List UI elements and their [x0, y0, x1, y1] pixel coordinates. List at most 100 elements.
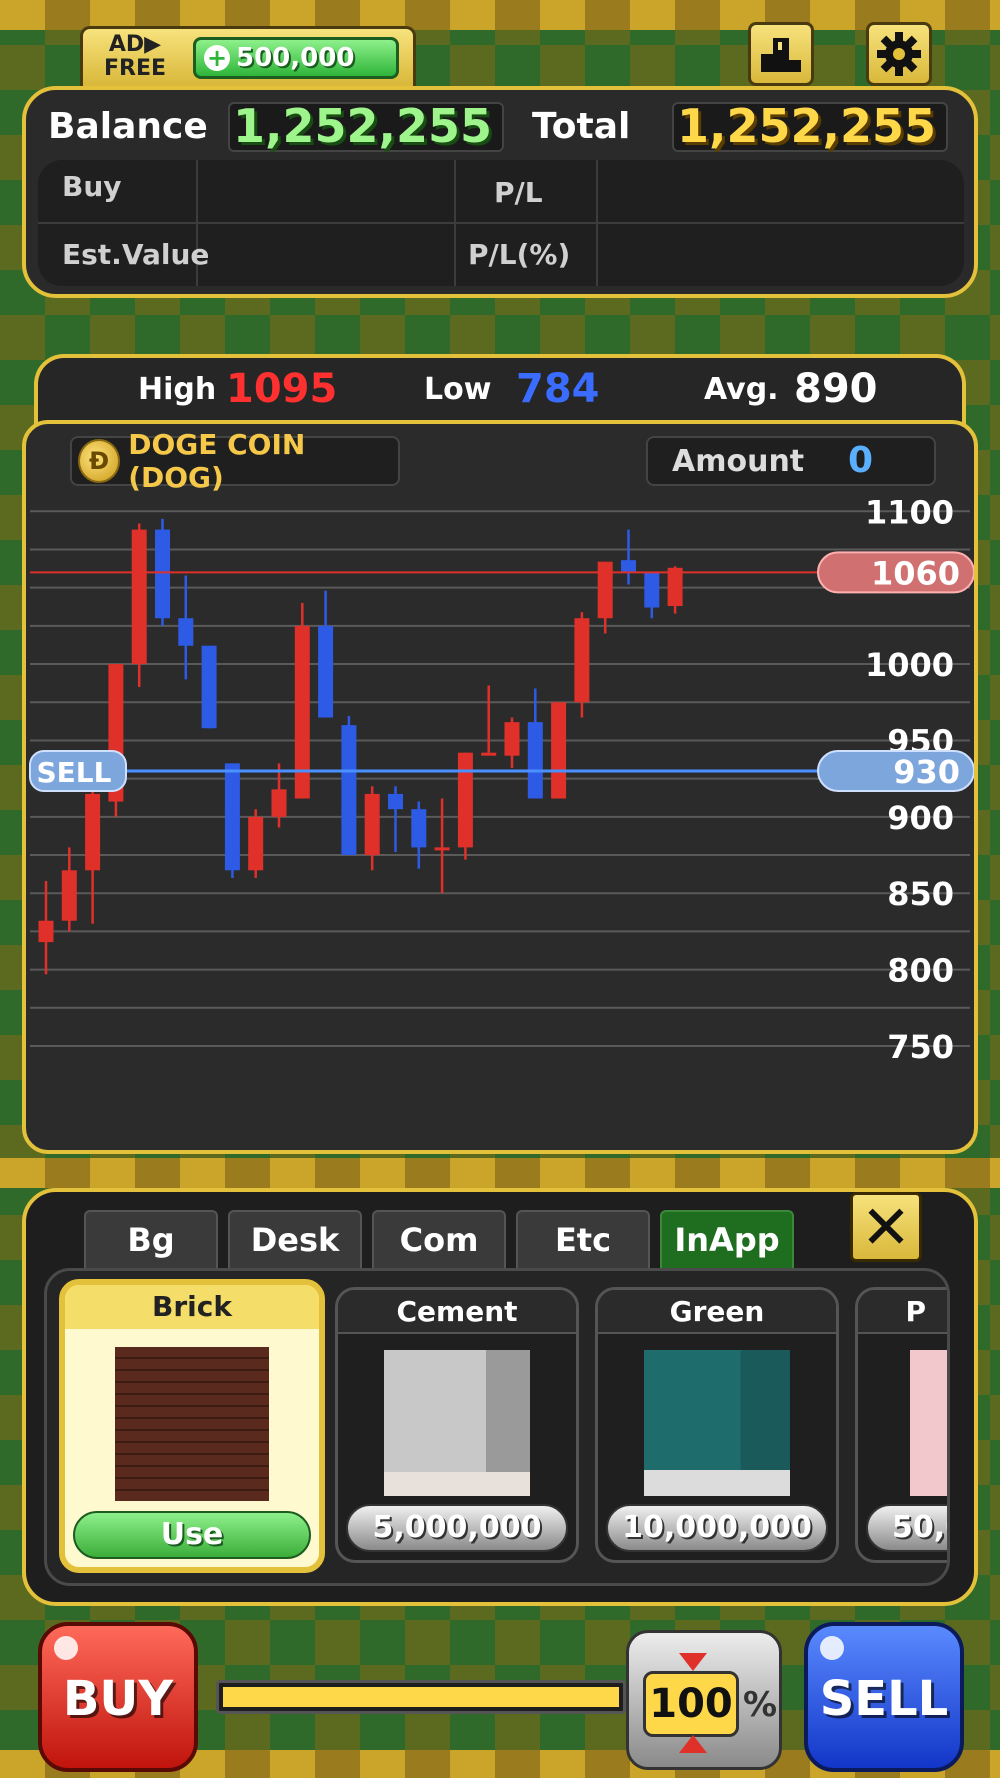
sell-button[interactable]: SELL	[804, 1622, 964, 1772]
avg-value: 890	[794, 366, 878, 412]
green-swatch	[644, 1350, 790, 1496]
y-tick-label: 1100	[865, 493, 954, 531]
podium-icon	[761, 38, 801, 72]
y-tick-label: 750	[887, 1028, 954, 1066]
total-value: 1,252,255	[672, 102, 948, 152]
candle-body	[621, 560, 636, 573]
ad-free-purchase-button[interactable]: + 500,000	[193, 37, 399, 79]
candle-body	[644, 572, 660, 608]
plus-icon: +	[204, 45, 230, 71]
candle-body	[341, 725, 357, 856]
account-panel: Balance 1,252,255 Total 1,252,255 Buy P/…	[22, 86, 978, 298]
shine	[820, 1636, 844, 1660]
tab-inapp[interactable]: InApp	[660, 1210, 794, 1268]
tab-com[interactable]: Com	[372, 1210, 506, 1268]
item-name: Brick	[65, 1285, 319, 1329]
use-button[interactable]: Use	[73, 1511, 311, 1559]
pink-swatch	[910, 1350, 947, 1496]
low-value: 784	[516, 366, 600, 412]
candle-body	[574, 618, 590, 703]
candle-body	[411, 809, 427, 848]
price-button[interactable]: 5,000,000	[346, 1504, 568, 1552]
close-button[interactable]: ✕	[850, 1192, 922, 1262]
ad-free-logo: AD▶ FREE	[103, 32, 167, 81]
sell-label: SELL	[819, 1671, 949, 1727]
candle-body	[388, 793, 403, 810]
top-bar: AD▶ FREE + 500,000	[0, 0, 1000, 90]
amount-box: Amount 0	[646, 436, 936, 486]
tab-etc[interactable]: Etc	[516, 1210, 650, 1268]
price-button[interactable]: 50,0	[866, 1504, 947, 1552]
item-name: Green	[598, 1290, 836, 1334]
amount-label: Amount	[672, 444, 805, 479]
y-tick-label: 900	[887, 799, 954, 837]
total-label: Total	[532, 106, 631, 147]
candle-body	[155, 529, 170, 619]
candlestick-chart[interactable]: 750800850900950100011001060SELL 930	[26, 486, 974, 1150]
tab-desk[interactable]: Desk	[228, 1210, 362, 1268]
close-icon: ✕	[860, 1193, 912, 1263]
store-item-cement[interactable]: Cement 5,000,000	[335, 1287, 579, 1563]
chart-panel: Ð DOGE COIN (DOG) Amount 0 750 800 850 900 9…	[22, 420, 978, 1154]
sell-price-label: 930	[893, 753, 960, 791]
leaderboard-button[interactable]	[748, 22, 814, 86]
divider	[38, 222, 964, 224]
settings-button[interactable]	[866, 22, 932, 86]
tab-bg[interactable]: Bg	[84, 1210, 218, 1268]
store-item-brick[interactable]: Brick Use	[59, 1279, 325, 1573]
pl-label: P/L	[494, 176, 543, 209]
candle-body	[178, 618, 194, 646]
arrow-up-icon[interactable]	[679, 1653, 707, 1671]
divider	[454, 160, 456, 286]
candle-body	[434, 847, 450, 851]
amount-value: 0	[848, 440, 874, 481]
candle-body	[527, 722, 543, 799]
est-value-label: Est.Value	[62, 238, 210, 271]
candle-body	[61, 870, 77, 921]
candle-body	[248, 816, 264, 871]
slider-fill	[223, 1687, 619, 1707]
y-tick-label: 850	[887, 875, 954, 913]
item-name: Cement	[338, 1290, 576, 1334]
candle-body	[271, 789, 287, 817]
amount-slider[interactable]	[216, 1680, 626, 1714]
candle-body	[131, 529, 147, 665]
coin-name: DOGE COIN (DOG)	[128, 428, 306, 494]
percent-sign: %	[743, 1685, 778, 1725]
avg-label: Avg.	[704, 372, 779, 407]
candle-body	[294, 625, 310, 799]
buy-button[interactable]: BUY	[38, 1622, 198, 1772]
price-button[interactable]: 10,000,000	[606, 1504, 828, 1552]
percent-selector[interactable]: 100 %	[626, 1630, 782, 1770]
pl-percent-label: P/L(%)	[468, 238, 571, 271]
candle-body	[504, 722, 520, 756]
store-items-strip[interactable]: Brick Use Cement 5,000,000 Green 10,000,…	[44, 1268, 950, 1586]
balance-label: Balance	[48, 106, 208, 147]
candle-body	[457, 752, 473, 848]
buy-label: BUY	[62, 1671, 174, 1727]
brick-swatch	[115, 1347, 269, 1501]
high-value: 1095	[226, 366, 338, 412]
candle-body	[318, 625, 334, 718]
balance-value: 1,252,255	[228, 102, 504, 152]
store-panel: Bg Desk Com Etc InApp ✕ Brick Use Cement…	[22, 1188, 978, 1606]
arrow-down-icon[interactable]	[679, 1735, 707, 1753]
y-tick-label: 800	[887, 952, 954, 990]
shine	[54, 1636, 78, 1660]
candle-body	[38, 920, 54, 943]
high-label: High	[138, 372, 217, 407]
store-item-green[interactable]: Green 10,000,000	[595, 1287, 839, 1563]
store-item-partial[interactable]: P 50,0	[855, 1287, 947, 1563]
cement-swatch	[384, 1350, 530, 1496]
candle-body	[551, 702, 567, 799]
candle-body	[224, 763, 240, 871]
item-name: P	[858, 1290, 947, 1334]
ad-free-price: 500,000	[236, 43, 355, 73]
ad-free-banner[interactable]: AD▶ FREE + 500,000	[80, 26, 416, 86]
doge-coin-icon: Ð	[78, 439, 121, 483]
candle-body	[667, 567, 683, 606]
y-tick-label: 1000	[865, 646, 954, 684]
coin-tag: Ð DOGE COIN (DOG)	[70, 428, 400, 494]
sell-line-label: SELL	[37, 756, 112, 789]
candle-body	[85, 793, 101, 871]
